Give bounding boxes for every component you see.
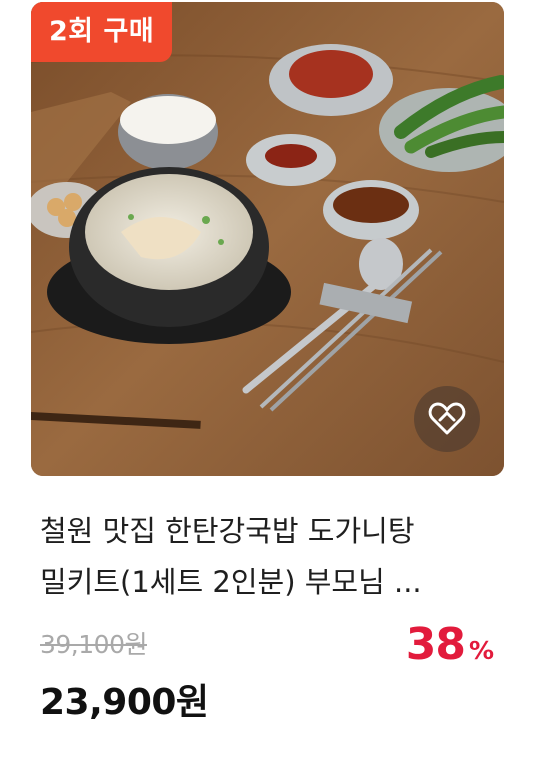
discount-rate-value: 38	[405, 619, 466, 670]
original-price: 39,100원	[40, 630, 147, 659]
heart-wishlist-icon	[428, 402, 466, 435]
purchase-count-badge: 2회 구매	[31, 2, 173, 62]
sale-price: 23,900원	[40, 682, 209, 723]
product-card[interactable]: 2회 구매 철원 맛집 한탄강국밥 도가니탕 밀키트(1세트 2인분) 부모님 …	[0, 0, 549, 762]
product-title-line2: 밀키트(1세트 2인분) 부모님 ...	[40, 565, 422, 599]
wishlist-button[interactable]	[414, 386, 480, 452]
discount-rate: 38%	[406, 619, 494, 670]
product-title-line1: 철원 맛집 한탄강국밥 도가니탕	[40, 514, 415, 548]
discount-rate-unit: %	[468, 636, 494, 665]
product-title[interactable]: 철원 맛집 한탄강국밥 도가니탕 밀키트(1세트 2인분) 부모님 ...	[40, 506, 510, 608]
